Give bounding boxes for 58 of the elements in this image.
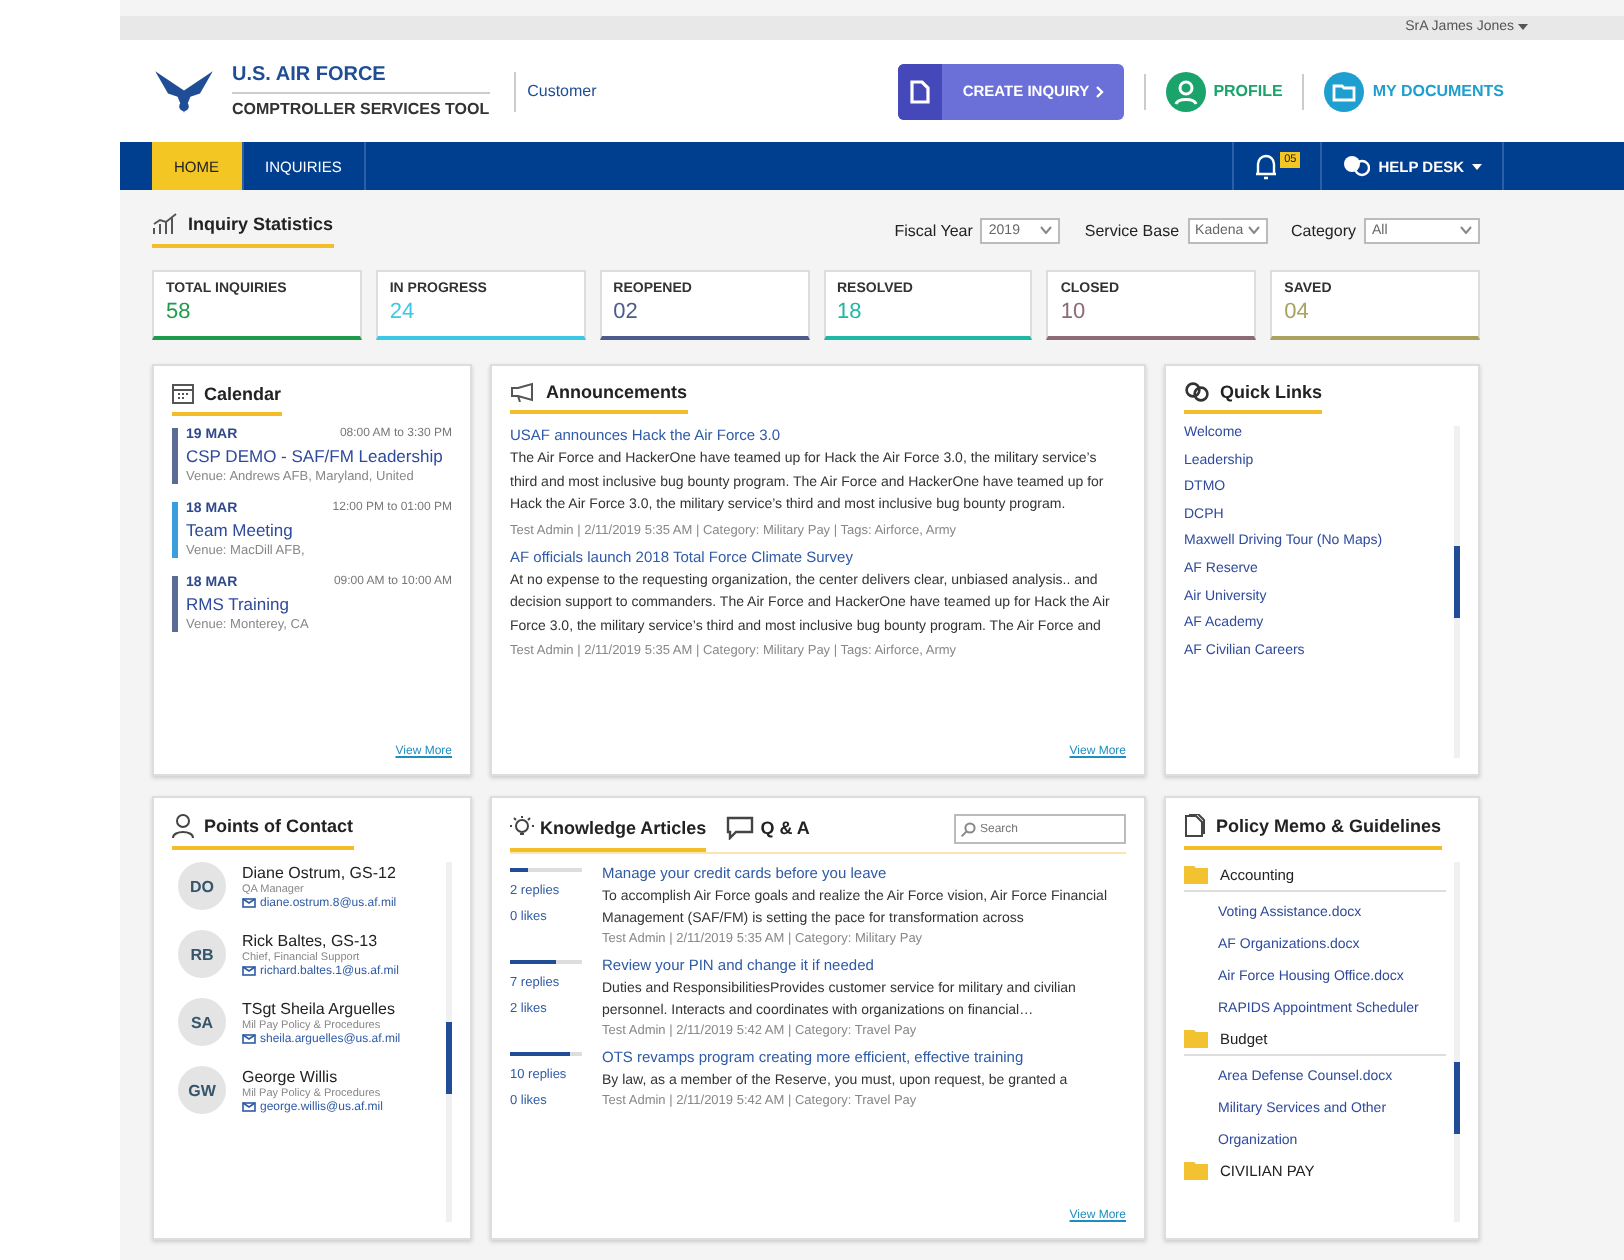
panel-title: Announcements xyxy=(546,382,688,402)
chart-icon xyxy=(152,212,180,236)
stat-value: 10 xyxy=(1060,300,1088,324)
initials-avatar: RB xyxy=(178,930,226,978)
filter-label: Service Base xyxy=(1084,221,1180,239)
envelope-icon xyxy=(242,1034,256,1044)
search-icon xyxy=(960,821,976,837)
stat-value: 24 xyxy=(389,300,417,324)
contact-name: Diane Ostrum, GS-12 xyxy=(242,863,397,881)
filter-label: Category xyxy=(1291,221,1356,239)
event-title: CSP DEMO - SAF/FM Leadership xyxy=(186,446,445,466)
folder-icon xyxy=(1184,1030,1208,1048)
role-label: Customer xyxy=(513,71,597,111)
caret-icon xyxy=(1518,24,1528,30)
chevron-icon xyxy=(1095,85,1104,97)
stat-value: 58 xyxy=(166,300,193,324)
person-icon xyxy=(172,814,194,838)
panel-title: Points of Contact xyxy=(204,816,353,836)
folder-icon xyxy=(1324,71,1365,111)
folder-icon xyxy=(1184,866,1208,884)
contact-name: Rick Baltes, GS-13 xyxy=(242,931,380,949)
app-subtitle: COMPTROLLER SERVICES TOOL xyxy=(232,100,490,118)
initials-avatar: GW xyxy=(178,1066,226,1114)
calendar-icon xyxy=(172,382,194,404)
event-title: Team Meeting xyxy=(186,520,295,540)
document-icon xyxy=(910,79,931,103)
contact-name: TSgt Sheila Arguelles xyxy=(242,999,397,1017)
megaphone-icon xyxy=(510,382,536,402)
chevron-down-icon xyxy=(1040,226,1053,234)
person-icon xyxy=(1165,71,1206,111)
bell-icon[interactable] xyxy=(1254,152,1279,180)
chevron-down-icon xyxy=(1460,226,1472,234)
stat-value: 18 xyxy=(837,300,864,324)
panel-title: Calendar xyxy=(204,383,282,403)
contact-name: George Willis xyxy=(242,1067,340,1085)
envelope-icon xyxy=(242,898,256,908)
stat-value: 02 xyxy=(613,300,640,324)
stat-value: 04 xyxy=(1284,300,1311,324)
panel-title: Policy Memo & Guidelines xyxy=(1216,816,1442,836)
link-icon xyxy=(1184,382,1210,402)
chat-bubbles-icon xyxy=(1342,154,1371,178)
panel-title: Quick Links xyxy=(1220,382,1323,402)
envelope-icon xyxy=(242,966,256,976)
panel-tab[interactable]: Q & A xyxy=(726,816,810,852)
caret-icon xyxy=(1472,163,1482,169)
event-title: RMS Training xyxy=(186,594,291,614)
initials-avatar: SA xyxy=(178,998,226,1046)
section-title: Inquiry Statistics xyxy=(188,214,334,234)
chevron-down-icon xyxy=(1247,226,1260,234)
initials-avatar: DO xyxy=(178,862,226,910)
filter-label: Fiscal Year xyxy=(894,221,973,239)
panel-tab[interactable]: Knowledge Articles xyxy=(510,816,707,852)
chat-icon xyxy=(726,816,755,840)
documents-icon xyxy=(1184,814,1206,838)
app-title: U.S. AIR FORCE xyxy=(232,64,490,94)
lightbulb-icon xyxy=(510,816,534,840)
folder-icon xyxy=(1184,1162,1208,1180)
envelope-icon xyxy=(242,1102,256,1112)
